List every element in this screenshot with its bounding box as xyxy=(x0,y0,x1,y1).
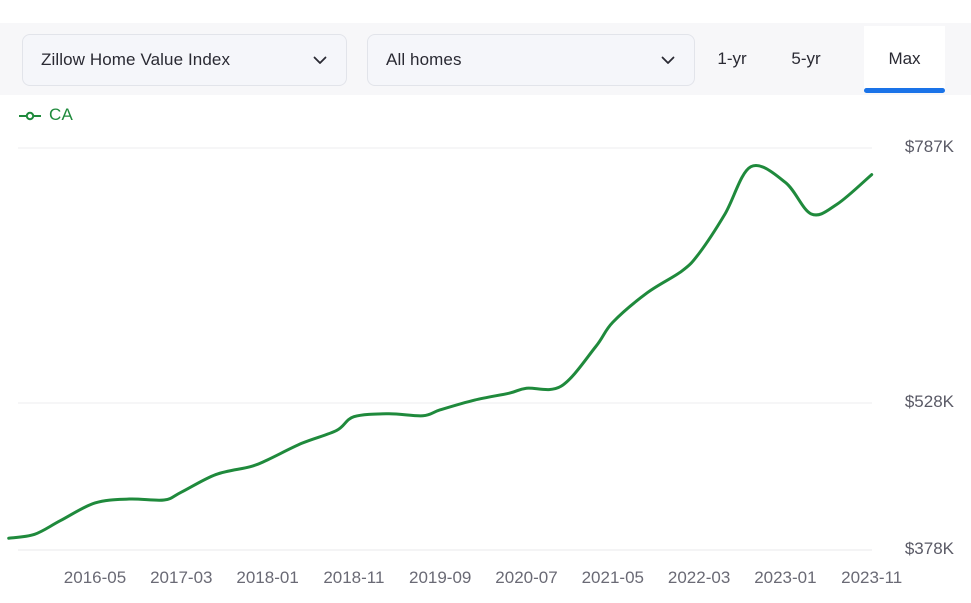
legend-line-circle-marker xyxy=(18,109,42,121)
tab-5-yr[interactable]: 5-yr xyxy=(779,26,833,91)
zillow-home-value-chart-widget: Zillow Home Value Index All homes 1-yr 5… xyxy=(0,0,971,603)
x-axis-tick-label: 2019-09 xyxy=(408,568,472,587)
x-axis-tick-label: 2020-07 xyxy=(495,568,558,587)
chevron-down-icon xyxy=(310,50,330,70)
x-axis-tick-label: 2018-01 xyxy=(236,568,299,587)
tab-5-yr-label: 5-yr xyxy=(791,48,821,68)
x-axis-labels: 2016-05 2017-03 2018-01 2018-11 2019-09 2020-… xyxy=(0,568,971,598)
y-axis-labels: $787K $528K $378K xyxy=(0,130,971,570)
y-axis-label-top: $787K xyxy=(904,137,954,156)
x-axis-tick-label: 2021-05 xyxy=(581,568,644,587)
legend-item-label-ca: CA xyxy=(49,105,74,124)
home-type-select[interactable]: All homes xyxy=(367,34,695,86)
x-axis-tick-label: 2023-01 xyxy=(754,568,817,587)
tab-max[interactable]: Max xyxy=(864,26,945,91)
x-axis-tick-label: 2023-11 xyxy=(841,568,903,587)
home-type-select-value: All homes xyxy=(386,50,462,69)
x-axis-tick-label: 2016-05 xyxy=(63,568,127,587)
x-axis-tick-label: 2017-03 xyxy=(150,568,213,587)
tab-1-yr-label: 1-yr xyxy=(717,48,747,68)
chevron-down-icon xyxy=(658,50,678,70)
metric-select[interactable]: Zillow Home Value Index xyxy=(22,34,347,86)
x-axis-tick-label: 2022-03 xyxy=(667,568,731,587)
x-axis-tick-label: 2018-11 xyxy=(323,568,385,587)
tab-1-yr[interactable]: 1-yr xyxy=(705,26,759,91)
y-axis-label-bottom: $378K xyxy=(904,539,954,558)
y-axis-label-middle: $528K xyxy=(904,392,954,411)
chart-legend[interactable]: CA xyxy=(18,105,73,125)
tab-max-label: Max xyxy=(888,48,921,68)
metric-select-value: Zillow Home Value Index xyxy=(41,50,231,69)
active-tab-indicator xyxy=(864,88,945,93)
